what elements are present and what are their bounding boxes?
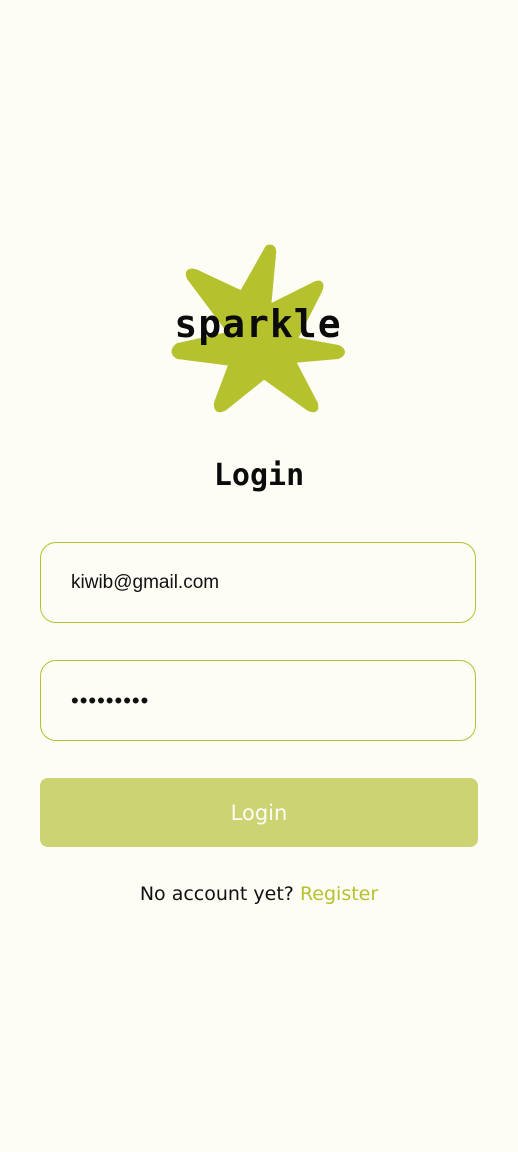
no-account-text: No account yet? (139, 883, 294, 905)
register-link[interactable]: Register (300, 883, 378, 905)
sparkle-logo: sparkle (168, 240, 348, 416)
register-prompt: No account yet? Register (0, 883, 518, 905)
password-field[interactable] (40, 660, 476, 741)
login-button[interactable]: Login (40, 778, 478, 847)
page-title: Login (213, 458, 305, 493)
brand-name: sparkle (174, 302, 342, 346)
email-field[interactable] (40, 542, 476, 623)
